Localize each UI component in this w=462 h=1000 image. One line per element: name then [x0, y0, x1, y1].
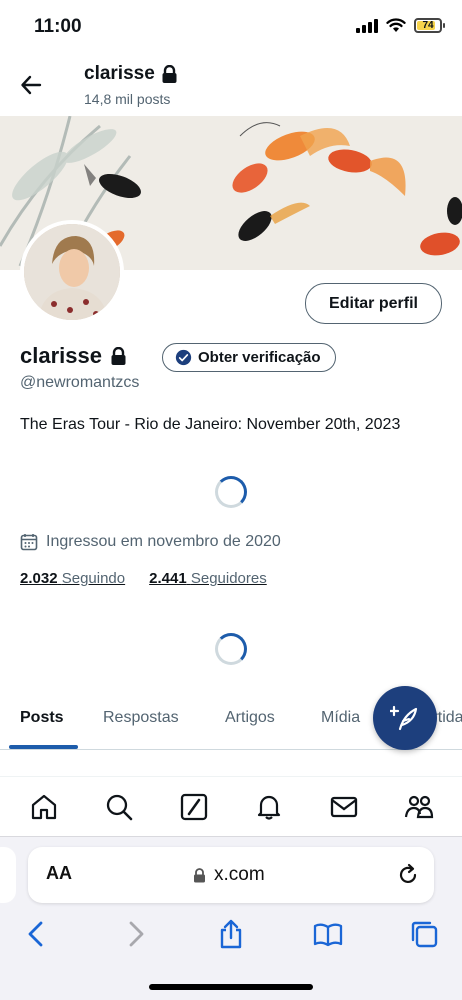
followers-label: Seguidores [190, 570, 267, 587]
url-display[interactable]: x.com [193, 864, 265, 886]
grok-icon[interactable] [179, 792, 209, 822]
search-icon[interactable] [104, 792, 134, 822]
previous-tab-peek[interactable] [0, 847, 16, 903]
avatar-photo [24, 224, 120, 320]
bottom-navigation [0, 776, 462, 836]
active-tab-indicator [9, 745, 78, 749]
get-verified-label: Obter verificação [198, 349, 321, 366]
lock-icon [111, 346, 126, 365]
following-count: 2.032 [20, 570, 58, 587]
calendar-icon [20, 534, 38, 551]
status-icons: 74 [356, 18, 445, 33]
notifications-icon[interactable] [254, 792, 284, 822]
url-text: x.com [214, 864, 265, 885]
battery-icon: 74 [414, 18, 445, 33]
tab-articles[interactable]: Artigos [225, 709, 275, 727]
address-bar[interactable]: AA x.com [28, 847, 434, 903]
loading-spinner [215, 476, 247, 508]
following-link[interactable]: 2.032 Seguindo [20, 570, 125, 587]
tabs-icon[interactable] [409, 919, 439, 949]
header-title: clarisse [84, 63, 178, 85]
tab-replies[interactable]: Respostas [103, 709, 179, 727]
compose-post-button[interactable] [373, 686, 437, 750]
tab-posts[interactable]: Posts [20, 709, 64, 727]
communities-icon[interactable] [404, 792, 434, 822]
joined-text: Ingressou em novembro de 2020 [46, 533, 281, 550]
text-size-button[interactable]: AA [46, 863, 72, 884]
display-name: clarisse [20, 343, 102, 368]
profile-handle: @newromantzcs [20, 374, 140, 391]
profile-header: clarisse 14,8 mil posts [0, 54, 462, 116]
browser-back-icon[interactable] [22, 919, 52, 949]
browser-nav [0, 919, 462, 959]
home-indicator [149, 984, 313, 990]
followers-link[interactable]: 2.441 Seguidores [149, 570, 267, 587]
messages-icon[interactable] [329, 792, 359, 822]
wifi-icon [386, 18, 406, 32]
reload-icon[interactable] [396, 863, 420, 887]
lock-icon [162, 64, 177, 83]
browser-forward-icon[interactable] [120, 919, 150, 949]
following-label: Seguindo [61, 570, 126, 587]
profile-avatar[interactable] [20, 220, 124, 324]
status-bar: 11:00 74 [0, 0, 462, 54]
joined-date: Ingressou em novembro de 2020 [20, 533, 281, 551]
status-time: 11:00 [34, 16, 82, 37]
secure-lock-icon [194, 867, 205, 882]
battery-level: 74 [422, 20, 434, 31]
header-posts-count: 14,8 mil posts [84, 91, 171, 107]
back-arrow-icon[interactable] [18, 72, 44, 98]
followers-count: 2.441 [149, 570, 187, 587]
header-name: clarisse [84, 63, 155, 84]
text-size-label: AA [46, 863, 72, 883]
get-verified-button[interactable]: Obter verificação [162, 343, 336, 372]
bookmarks-icon[interactable] [313, 919, 343, 949]
edit-profile-button[interactable]: Editar perfil [305, 283, 442, 324]
verified-badge-icon [175, 349, 192, 366]
signal-icon [356, 18, 378, 33]
loading-spinner [215, 633, 247, 665]
tab-media[interactable]: Mídia [321, 709, 360, 727]
share-icon[interactable] [216, 919, 246, 949]
compose-feather-icon [390, 705, 418, 731]
follow-stats: 2.032 Seguindo 2.441 Seguidores [20, 570, 267, 587]
profile-bio: The Eras Tour - Rio de Janeiro: November… [20, 416, 401, 433]
browser-toolbar: AA x.com [0, 836, 462, 1000]
profile-name: clarisse [20, 343, 127, 369]
home-icon[interactable] [29, 792, 59, 822]
